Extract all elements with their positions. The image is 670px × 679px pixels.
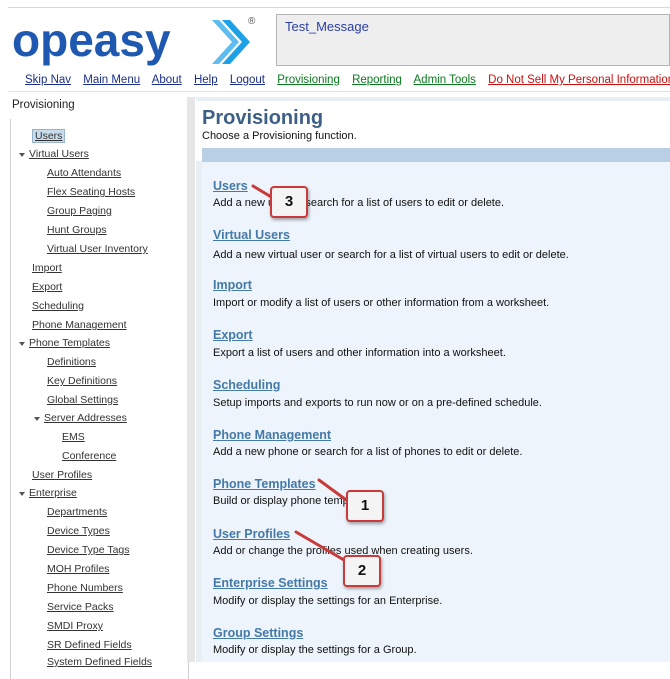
tree-item-departments[interactable]: Departments [47,506,107,518]
nav-main-menu[interactable]: Main Menu [83,74,140,86]
callout-1: 1 [346,490,384,522]
tree-item-device-type-tags[interactable]: Device Type Tags [47,544,130,556]
tree-item-user-profiles[interactable]: User Profiles [32,469,92,481]
tree-item-flex-seating-hosts[interactable]: Flex Seating Hosts [47,186,135,198]
tree-item-sr-defined-fields[interactable]: SR Defined Fields [47,639,132,651]
sidebar-divider [187,97,195,662]
top-navigation: Skip Nav Main Menu About Help Logout Pro… [25,74,670,86]
tree-item-virtual-users[interactable]: Virtual Users [29,148,89,160]
registered-mark: ® [248,16,256,27]
function-desc-phone-management: Add a new phone or search for a list of … [213,446,523,458]
function-link-phone-management[interactable]: Phone Management [213,428,331,442]
callout-3: 3 [270,186,308,218]
tree-item-definitions[interactable]: Definitions [47,356,96,368]
nav-help[interactable]: Help [194,74,218,86]
function-link-scheduling[interactable]: Scheduling [213,378,280,392]
function-link-enterprise-settings[interactable]: Enterprise Settings [213,576,328,590]
sidebar: Provisioning Users Virtual Users Auto At… [8,97,189,679]
nav-do-not-sell[interactable]: Do Not Sell My Personal Information [488,74,670,86]
nav-logout[interactable]: Logout [230,74,265,86]
tree-item-auto-attendants[interactable]: Auto Attendants [47,167,121,179]
page-subtitle: Choose a Provisioning function. [202,130,357,142]
message-text: Test_Message [285,19,369,34]
nav-about[interactable]: About [152,74,182,86]
nav-skip-nav[interactable]: Skip Nav [25,74,71,86]
function-link-import[interactable]: Import [213,278,252,292]
nav-admin-tools[interactable]: Admin Tools [414,74,476,86]
function-link-virtual-users[interactable]: Virtual Users [213,228,290,242]
function-link-users[interactable]: Users [213,179,248,193]
tree-item-phone-templates[interactable]: Phone Templates [29,337,110,349]
function-desc-group-settings: Modify or display the settings for a Gro… [213,644,417,656]
opeasy-logo: opeasy ® [12,14,256,66]
tree-item-conference[interactable]: Conference [62,450,116,462]
expand-arrow-icon[interactable] [19,492,25,496]
nav-reporting[interactable]: Reporting [352,74,402,86]
main-content: Provisioning Choose a Provisioning funct… [196,97,670,662]
function-desc-enterprise-settings: Modify or display the settings for an En… [213,595,443,607]
nav-divider [8,91,670,92]
expand-arrow-icon[interactable] [19,153,25,157]
callout-2: 2 [343,555,381,587]
message-box: Test_Message [276,14,670,66]
expand-arrow-icon[interactable] [19,342,25,346]
tree-item-system-defined-fields[interactable]: System Defined Fields [47,656,152,668]
tree-item-users[interactable]: Users [32,129,66,143]
function-desc-import: Import or modify a list of users or othe… [213,297,550,309]
function-desc-virtual-users: Add a new virtual user or search for a l… [213,249,569,261]
tree-item-phone-management[interactable]: Phone Management [32,319,127,331]
function-desc-users: Add a new user or search for a list of u… [213,197,505,209]
tree-item-virtual-user-inventory[interactable]: Virtual User Inventory [47,243,148,255]
expand-arrow-icon[interactable] [34,417,40,421]
function-link-phone-templates[interactable]: Phone Templates [213,477,316,491]
tree-item-ems[interactable]: EMS [62,431,85,443]
sidebar-tree: Users Virtual Users Auto Attendants Flex… [10,119,189,679]
nav-provisioning[interactable]: Provisioning [277,74,340,86]
tree-item-global-settings[interactable]: Global Settings [47,394,118,406]
tree-item-device-types[interactable]: Device Types [47,525,110,537]
function-link-user-profiles[interactable]: User Profiles [213,527,290,541]
tree-item-scheduling[interactable]: Scheduling [32,300,84,312]
tree-item-enterprise[interactable]: Enterprise [29,487,77,499]
logo-text: opeasy [12,14,171,66]
tree-item-export[interactable]: Export [32,281,62,293]
function-desc-user-profiles: Add or change the profiles used when cre… [213,545,473,557]
function-desc-export: Export a list of users and other informa… [213,347,506,359]
tree-item-server-addresses[interactable]: Server Addresses [44,412,127,424]
header-band [202,148,670,162]
tree-item-import[interactable]: Import [32,262,62,274]
top-border [8,7,670,8]
tree-item-key-definitions[interactable]: Key Definitions [47,375,117,387]
tree-item-hunt-groups[interactable]: Hunt Groups [47,224,107,236]
tree-item-service-packs[interactable]: Service Packs [47,601,114,613]
tree-item-group-paging[interactable]: Group Paging [47,205,112,217]
function-link-group-settings[interactable]: Group Settings [213,626,303,640]
tree-item-smdi-proxy[interactable]: SMDI Proxy [47,620,103,632]
tree-item-phone-numbers[interactable]: Phone Numbers [47,582,123,594]
tree-item-moh-profiles[interactable]: MOH Profiles [47,563,109,575]
function-desc-scheduling: Setup imports and exports to run now or … [213,397,542,409]
function-list: Users Add a new user or search for a lis… [202,162,670,662]
sidebar-header: Provisioning [12,99,75,111]
page-title: Provisioning [202,107,324,129]
function-link-export[interactable]: Export [213,328,253,342]
